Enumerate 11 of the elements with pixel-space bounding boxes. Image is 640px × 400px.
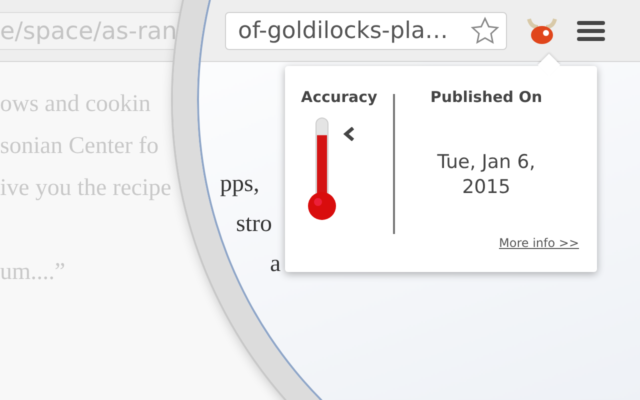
marker-chevron-icon	[343, 127, 356, 142]
article-text: stro	[235, 210, 272, 238]
accuracy-label: Accuracy	[301, 88, 378, 106]
published-date: Tue, Jan 6, 2015	[436, 150, 536, 200]
article-text: a	[269, 250, 281, 278]
address-field[interactable]: of-goldilocks-pla…	[225, 12, 507, 50]
more-info-link[interactable]: More info >>	[499, 236, 579, 250]
article-text: pps,	[220, 170, 260, 198]
published-label: Published On	[430, 88, 542, 106]
star-icon[interactable]	[470, 16, 500, 46]
menu-icon[interactable]	[577, 20, 605, 42]
